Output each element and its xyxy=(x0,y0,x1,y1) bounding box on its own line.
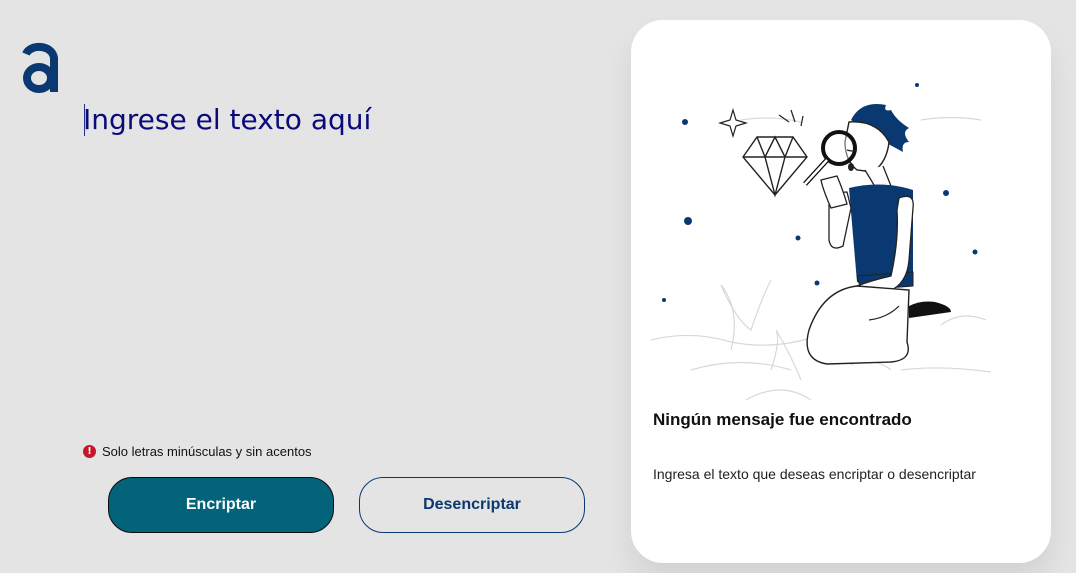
no-message-title: Ningún mensaje fue encontrado xyxy=(653,410,912,429)
encryptor-page: ! Solo letras minúsculas y sin acentos E… xyxy=(0,0,1076,573)
no-message-subtitle: Ingresa el texto que deseas encriptar o … xyxy=(653,466,976,482)
result-panel: Ningún mensaje fue encontrado Ingresa el… xyxy=(631,20,1051,563)
message-input[interactable] xyxy=(83,96,603,426)
encrypt-button[interactable]: Encriptar xyxy=(108,477,334,533)
input-hint: ! Solo letras minúsculas y sin acentos xyxy=(83,444,312,459)
decrypt-button[interactable]: Desencriptar xyxy=(359,477,585,533)
person-with-magnifying-glass-illustration xyxy=(651,83,992,400)
text-caret xyxy=(84,104,85,136)
exclamation-circle-icon: ! xyxy=(83,445,96,458)
hint-text: Solo letras minúsculas y sin acentos xyxy=(102,444,312,459)
alura-logo-icon xyxy=(22,43,58,93)
